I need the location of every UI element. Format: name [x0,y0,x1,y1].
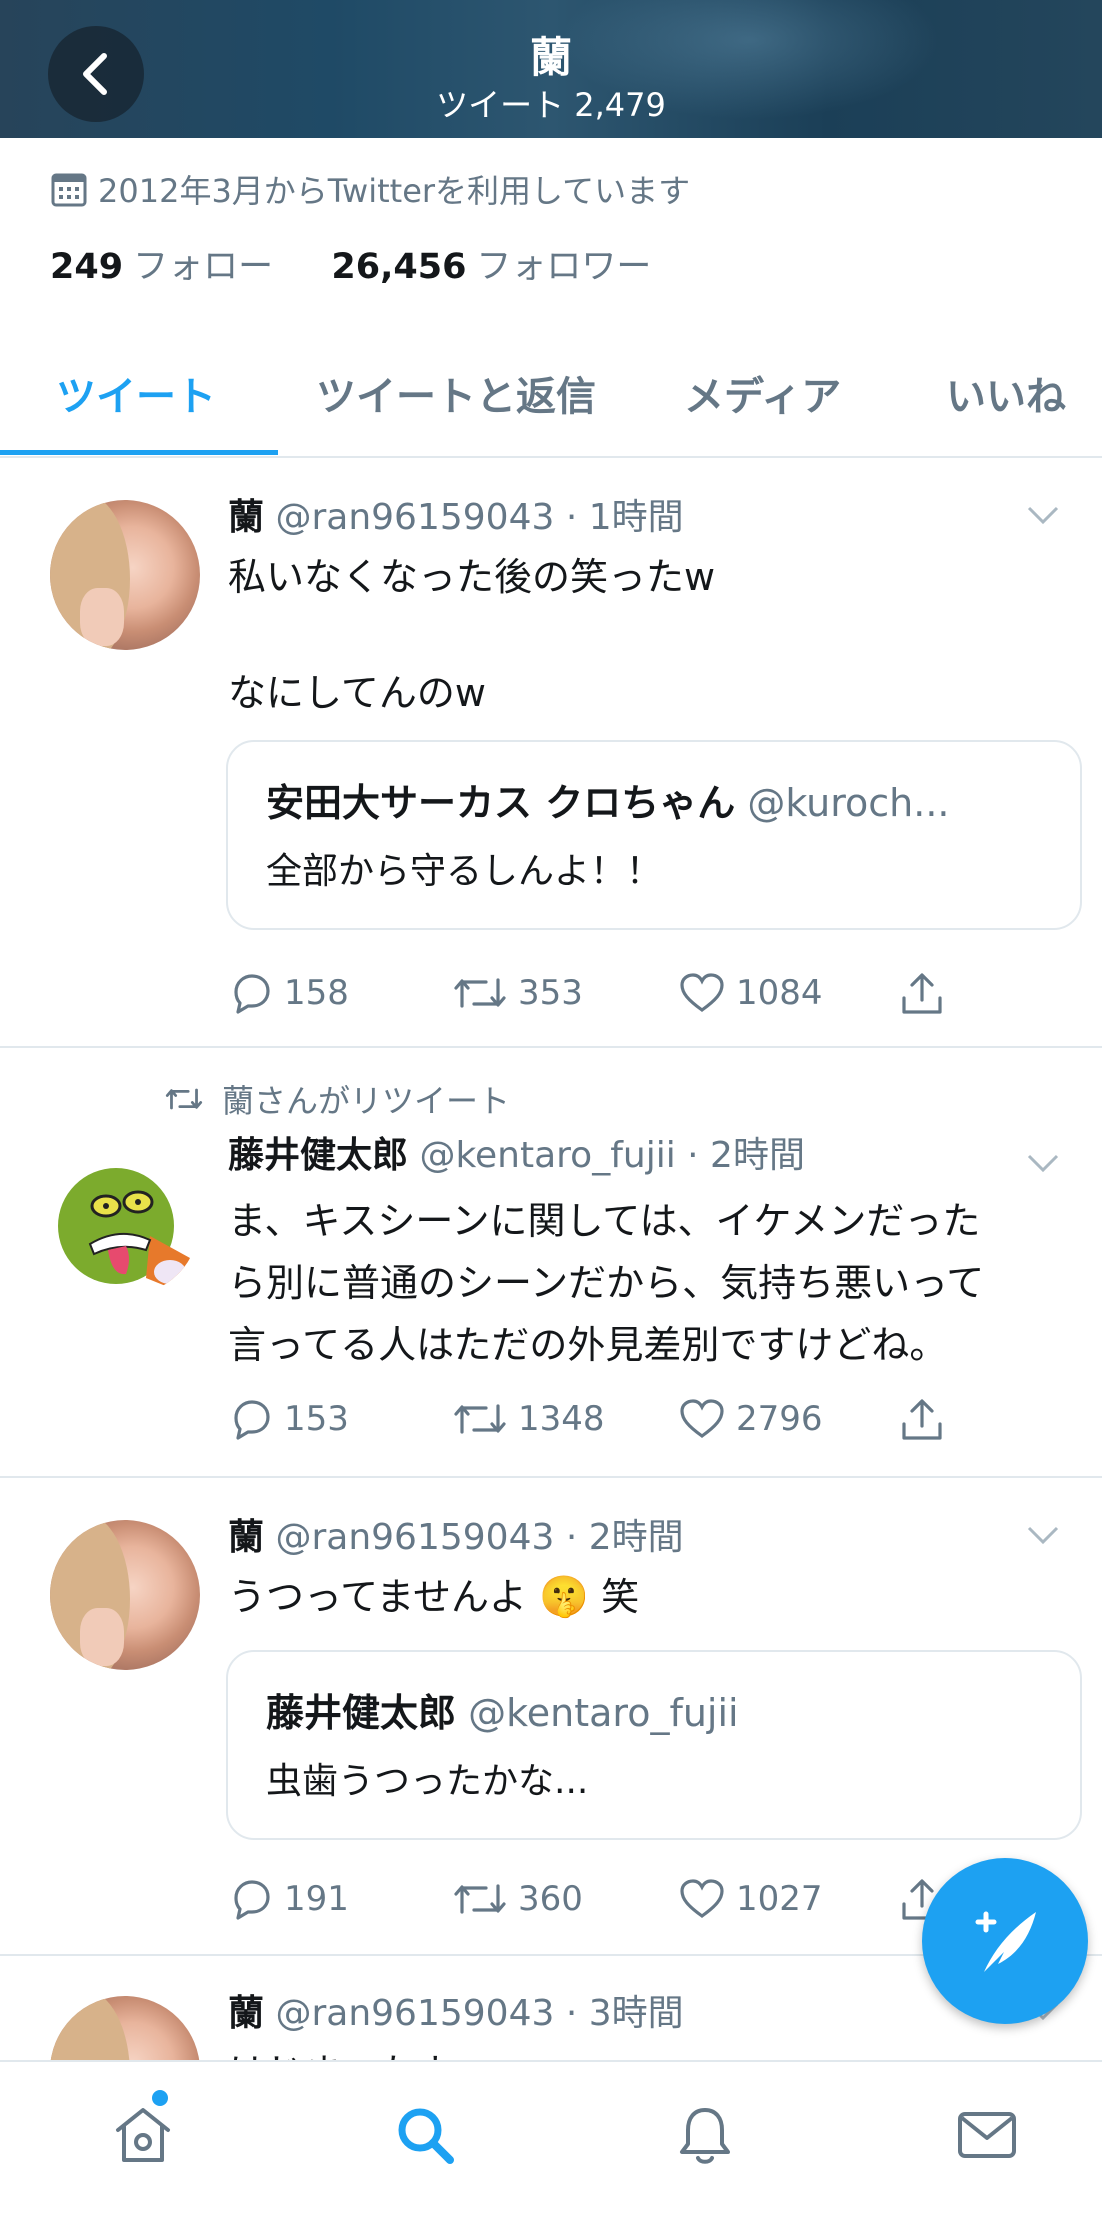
tweet-header: 蘭 @ran96159043 · 3時間 [228,1984,684,2036]
retweet-button[interactable]: 1348 [452,1396,605,1442]
shushing-face-emoji: 🤫 [539,1574,589,1620]
user-name: 蘭 [228,1517,265,1558]
chevron-down-icon[interactable] [1026,504,1060,526]
tweet-header: 藤井健太郎 @kentaro_fujii · 2時間 [228,1126,805,1178]
like-button[interactable]: 1084 [678,970,823,1016]
user-handle: @ran96159043 [275,1517,555,1558]
retweet-button[interactable]: 360 [452,1876,583,1922]
tweet-header: 蘭 @ran96159043 · 1時間 [228,488,684,540]
quoted-user-name: 安田大サーカス クロちゃん [266,781,736,825]
tweet-header: 蘭 @ran96159043 · 2時間 [228,1508,684,1560]
mail-icon [958,2112,1016,2158]
avatar[interactable] [50,1996,200,2060]
bottom-navigation [0,2060,1102,2214]
avatar[interactable] [50,500,200,650]
share-button[interactable] [898,970,956,1018]
profile-tabs: ツイート ツイートと返信 メディア いいね [0,340,1102,458]
joined-date: 2012年3月からTwitterを利用しています [50,166,690,212]
tweet-item[interactable]: 蘭 @ran96159043 · 2時間 うつってませんよ 🤫 笑 藤井健太郎 … [0,1476,1102,1956]
follow-counts: 249 フォロー 26,456 フォロワー [50,238,651,289]
tweet-text: はじまったよ [228,2044,1068,2060]
quoted-text: 全部から守るしんよ！！ [266,851,663,892]
followers-link[interactable]: 26,456 フォロワー [331,247,651,287]
tweet-text: 私いなくなった後の笑ったw なにしてんのw [228,555,716,715]
bell-icon [680,2108,730,2164]
active-tab-indicator [0,450,278,455]
tab-tweets[interactable]: ツイート [56,364,216,422]
notification-dot [152,2090,168,2106]
quoted-tweet[interactable]: 藤井健太郎 @kentaro_fujii 虫歯うつったかな... [226,1650,1082,1840]
share-button[interactable] [898,1396,956,1444]
joined-text: 2012年3月からTwitterを利用しています [98,172,691,210]
tweet-time: · 3時間 [565,1993,684,2034]
retweet-icon [454,978,506,1008]
user-name: 藤井健太郎 [228,1135,409,1176]
search-icon [398,2108,454,2164]
like-button[interactable]: 1027 [678,1876,823,1922]
heart-icon [680,1879,724,1918]
nav-search[interactable] [392,2102,458,2172]
user-name: 蘭 [228,1993,265,2034]
like-button[interactable]: 2796 [678,1396,823,1442]
tweet-time: · 1時間 [565,497,684,538]
reply-button[interactable]: 153 [228,1396,349,1442]
tweet-item[interactable]: 蘭さんがリツイート 藤井健太郎 @kentaro_fujii · 2時間 ま、キ… [0,1046,1102,1478]
tweet-time: · 2時間 [565,1517,684,1558]
reply-button[interactable]: 158 [228,970,349,1016]
nav-messages[interactable] [954,2102,1020,2172]
tweet-text: ま、キスシーンに関しては、イケメンだった ら別に普通のシーンだから、気持ち悪いっ… [228,1199,985,1367]
retweet-icon [454,1884,506,1914]
user-handle: @ran96159043 [275,497,555,538]
retweet-indicator: 蘭さんがリツイート [164,1076,510,1122]
chevron-down-icon[interactable] [1026,1524,1060,1546]
user-handle: @ran96159043 [275,1993,555,2034]
avatar[interactable] [50,1520,200,1670]
avatar[interactable] [50,1146,200,1296]
reply-icon [234,974,270,1014]
retweet-button[interactable]: 353 [452,970,583,1016]
compose-feather-icon [975,1911,1036,1972]
tweet-time: · 2時間 [687,1135,805,1176]
profile-header: 蘭 ツイート 2,479 [0,0,1102,138]
reply-icon [234,1400,270,1440]
share-icon [902,1399,942,1440]
home-icon [116,2108,170,2162]
tweet-count: ツイート 2,479 [436,86,666,124]
quoted-text: 虫歯うつったかな... [266,1761,589,1802]
tweet-text: うつってませんよ 🤫 笑 [228,1574,640,1620]
quoted-user-handle: @kuroch... [747,781,950,825]
nav-home[interactable] [110,2090,176,2172]
reply-button[interactable]: 191 [228,1876,349,1922]
heart-icon [680,973,724,1012]
tab-tweets-and-replies[interactable]: ツイートと返信 [316,364,596,422]
retweet-icon [165,1088,203,1110]
header-title: 蘭 [529,33,572,82]
heart-icon [680,1399,724,1438]
user-handle: @kentaro_fujii [419,1135,676,1176]
user-name: 蘭 [228,497,265,538]
tab-media[interactable]: メディア [684,364,841,422]
tweet-item[interactable]: 蘭 @ran96159043 · 1時間 私いなくなった後の笑ったw なにしてん… [0,456,1102,1048]
quoted-user-name: 藤井健太郎 [266,1691,457,1735]
following-link[interactable]: 249 フォロー [50,247,273,287]
compose-tweet-button[interactable] [922,1858,1088,2024]
share-icon [902,973,942,1014]
chevron-down-icon[interactable] [1026,1152,1060,1174]
tab-likes[interactable]: いいね [946,364,1066,422]
quoted-tweet[interactable]: 安田大サーカス クロちゃん @kuroch... 全部から守るしんよ！！ [226,740,1082,930]
retweet-icon [454,1404,506,1434]
nav-notifications[interactable] [672,2102,738,2172]
quoted-user-handle: @kentaro_fujii [468,1691,739,1735]
reply-icon [234,1880,270,1920]
calendar-icon [51,173,87,207]
